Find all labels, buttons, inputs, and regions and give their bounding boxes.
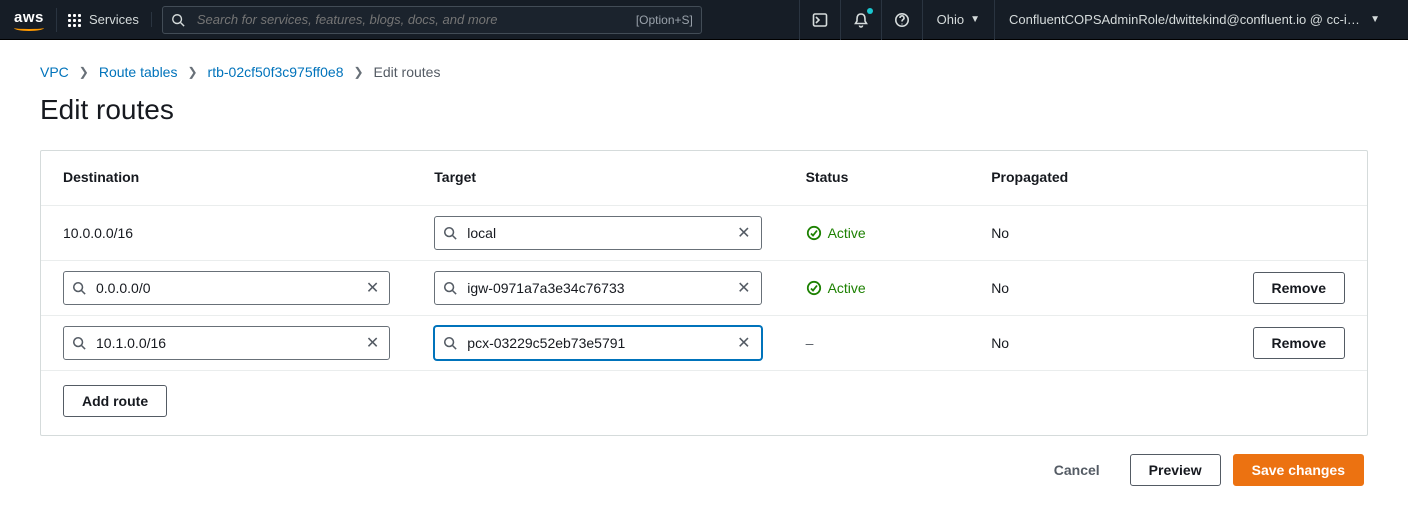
notifications-button[interactable]	[840, 0, 881, 40]
status-none: –	[806, 335, 814, 351]
aws-logo[interactable]: aws	[14, 8, 57, 32]
destination-input-wrap[interactable]: ✕	[63, 271, 390, 305]
help-button[interactable]	[881, 0, 922, 40]
propagated-cell: No	[969, 206, 1155, 261]
cancel-button[interactable]: Cancel	[1036, 454, 1118, 486]
caret-down-icon: ▼	[1370, 14, 1380, 25]
region-selector[interactable]: Ohio ▼	[922, 0, 994, 40]
chevron-right-icon: ❯	[79, 65, 89, 79]
actions-bar: Cancel Preview Save changes	[40, 436, 1368, 486]
target-input[interactable]	[465, 279, 727, 297]
destination-input-wrap[interactable]: ✕	[63, 326, 390, 360]
caret-down-icon: ▼	[970, 14, 980, 25]
add-route-button[interactable]: Add route	[63, 385, 167, 417]
services-grid-icon	[67, 13, 81, 27]
clear-icon[interactable]: ✕	[735, 331, 752, 355]
chevron-right-icon: ❯	[187, 65, 197, 79]
clear-icon[interactable]: ✕	[735, 221, 752, 245]
target-input-wrap[interactable]: ✕	[434, 216, 761, 250]
target-input-wrap[interactable]: ✕	[434, 271, 761, 305]
check-circle-icon	[806, 225, 822, 241]
target-input[interactable]	[465, 224, 727, 242]
services-menu[interactable]: Services	[67, 12, 152, 27]
search-icon	[443, 336, 457, 350]
chevron-right-icon: ❯	[353, 65, 363, 79]
check-circle-icon	[806, 280, 822, 296]
destination-input[interactable]	[94, 279, 356, 297]
search-icon	[443, 226, 457, 240]
global-search[interactable]: [Option+S]	[162, 6, 702, 34]
status-active: Active	[806, 225, 948, 241]
bell-icon	[853, 12, 869, 28]
search-icon	[72, 281, 86, 295]
breadcrumb-link-vpc[interactable]: VPC	[40, 64, 69, 80]
services-label: Services	[89, 12, 139, 27]
search-icon	[443, 281, 457, 295]
table-row: ✕ ✕ Active No	[41, 261, 1367, 316]
account-role-label: ConfluentCOPSAdminRole/dwittekind@conflu…	[1009, 12, 1364, 27]
clear-icon[interactable]: ✕	[364, 276, 381, 300]
propagated-cell: No	[969, 316, 1155, 371]
destination-text: 10.0.0.0/16	[63, 225, 133, 241]
col-header-status: Status	[784, 151, 970, 206]
cloudshell-icon	[812, 12, 828, 28]
account-menu[interactable]: ConfluentCOPSAdminRole/dwittekind@conflu…	[994, 0, 1394, 40]
table-row: ✕ ✕ – No Remove	[41, 316, 1367, 371]
top-nav: aws Services [Option+S]	[0, 0, 1408, 40]
save-button[interactable]: Save changes	[1233, 454, 1364, 486]
routes-table: Destination Target Status Propagated 10.…	[41, 151, 1367, 435]
clear-icon[interactable]: ✕	[364, 331, 381, 355]
search-hotkey: [Option+S]	[636, 13, 693, 27]
page-title: Edit routes	[40, 94, 1368, 126]
remove-button[interactable]: Remove	[1253, 327, 1345, 359]
status-active: Active	[806, 280, 948, 296]
preview-button[interactable]: Preview	[1130, 454, 1221, 486]
help-icon	[894, 12, 910, 28]
breadcrumb-link-route-tables[interactable]: Route tables	[99, 64, 178, 80]
col-header-propagated: Propagated	[969, 151, 1155, 206]
destination-input[interactable]	[94, 334, 356, 352]
col-header-destination: Destination	[41, 151, 412, 206]
notification-dot-icon	[867, 8, 873, 14]
clear-icon[interactable]: ✕	[735, 276, 752, 300]
remove-button[interactable]: Remove	[1253, 272, 1345, 304]
search-icon	[72, 336, 86, 350]
region-label: Ohio	[937, 12, 964, 27]
col-header-target: Target	[412, 151, 783, 206]
target-input-wrap[interactable]: ✕	[434, 326, 761, 360]
routes-panel: Destination Target Status Propagated 10.…	[40, 150, 1368, 436]
target-input[interactable]	[465, 334, 727, 352]
cloudshell-button[interactable]	[799, 0, 840, 40]
search-icon	[171, 13, 185, 27]
global-search-input[interactable]	[195, 11, 626, 28]
table-row: 10.0.0.0/16 ✕ Active No	[41, 206, 1367, 261]
breadcrumb-link-rtb[interactable]: rtb-02cf50f3c975ff0e8	[208, 64, 344, 80]
propagated-cell: No	[969, 261, 1155, 316]
breadcrumb: VPC ❯ Route tables ❯ rtb-02cf50f3c975ff0…	[40, 64, 1368, 80]
breadcrumb-current: Edit routes	[374, 64, 441, 80]
